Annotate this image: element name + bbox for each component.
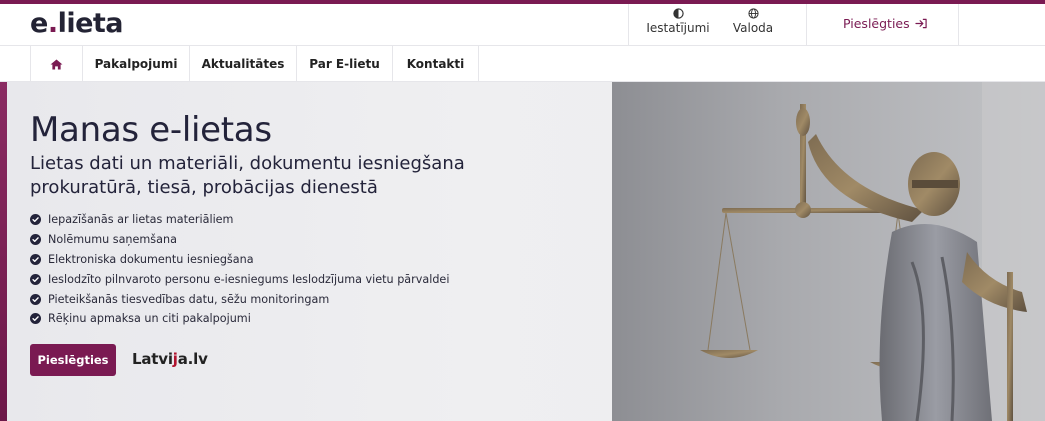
- feature-text: Iepazīšanās ar lietas materiāliem: [48, 213, 234, 227]
- header-divider: [628, 4, 629, 46]
- feature-item: Iepazīšanās ar lietas materiāliem: [30, 210, 449, 230]
- check-circle-icon: [30, 253, 41, 265]
- nav-item-kontakti[interactable]: Kontakti: [393, 46, 479, 82]
- logo-text-lieta: lieta: [57, 8, 124, 39]
- feature-text: Pieteikšanās tiesvedības datu, sēžu moni…: [48, 292, 330, 306]
- login-arrow-icon: [915, 18, 927, 29]
- latvija-lv-logo[interactable]: Latvija.lv: [132, 350, 208, 368]
- settings-label: Iestatījumi: [646, 21, 710, 35]
- feature-list: Iepazīšanās ar lietas materiāliem Nolēmu…: [30, 210, 449, 329]
- globe-icon: [747, 8, 759, 19]
- nav-label: Pakalpojumi: [94, 57, 178, 71]
- hero-login-button[interactable]: Pieslēgties: [30, 344, 116, 376]
- nav-item-par-e-lietu[interactable]: Par E-lietu: [297, 46, 393, 82]
- feature-item: Rēķinu apmaksa un citi pakalpojumi: [30, 309, 449, 329]
- nav-label: Kontakti: [406, 57, 465, 71]
- settings-button[interactable]: Iestatījumi: [642, 8, 714, 35]
- check-circle-icon: [30, 273, 41, 285]
- header-login-label: Pieslēgties: [843, 16, 910, 31]
- nav-label: Aktualitātes: [201, 57, 285, 71]
- feature-item: Nolēmumu saņemšana: [30, 230, 449, 250]
- language-label: Valoda: [732, 21, 774, 35]
- contrast-icon: [672, 8, 684, 19]
- feature-item: Pieteikšanās tiesvedības datu, sēžu moni…: [30, 289, 449, 309]
- hero-subtitle-line-2: prokuratūrā, tiesā, probācijas dienestā: [30, 177, 378, 198]
- check-circle-icon: [30, 234, 41, 246]
- feature-text: Ieslodzīto pilnvaroto personu e-iesniegu…: [48, 272, 450, 286]
- latvija-logo-text: Latvi: [132, 350, 173, 368]
- header-divider: [958, 4, 959, 46]
- hero-subtitle: Lietas dati un materiāli, dokumentu iesn…: [30, 152, 550, 200]
- hero-subtitle-line-1: Lietas dati un materiāli, dokumentu iesn…: [30, 153, 465, 174]
- check-circle-icon: [30, 313, 41, 325]
- feature-text: Elektroniska dokumentu iesniegšana: [48, 252, 254, 266]
- feature-text: Nolēmumu saņemšana: [48, 233, 177, 247]
- check-circle-icon: [30, 293, 41, 305]
- nav-item-pakalpojumi[interactable]: Pakalpojumi: [83, 46, 190, 82]
- nav-home[interactable]: [31, 46, 83, 82]
- home-icon: [50, 58, 63, 70]
- logo-dot: .: [47, 8, 58, 39]
- hero-accent-bar: [0, 82, 7, 421]
- logo-text-e: e: [30, 8, 48, 39]
- feature-item: Elektroniska dokumentu iesniegšana: [30, 250, 449, 270]
- check-circle-icon: [30, 214, 41, 226]
- lady-justice-image: [612, 82, 1045, 421]
- nav-label: Par E-lietu: [309, 57, 380, 71]
- feature-item: Ieslodzīto pilnvaroto personu e-iesniegu…: [30, 269, 449, 289]
- site-logo[interactable]: e.lieta: [30, 8, 124, 39]
- header-divider: [806, 4, 807, 46]
- hero-section: Manas e-lietas Lietas dati un materiāli,…: [0, 82, 1045, 421]
- nav-item-aktualitates[interactable]: Aktualitātes: [190, 46, 297, 82]
- main-nav: Pakalpojumi Aktualitātes Par E-lietu Kon…: [0, 46, 1045, 82]
- latvija-logo-text: a.lv: [177, 350, 208, 368]
- header: e.lieta Iestatījumi Valoda Pieslēgties: [0, 4, 1045, 46]
- language-button[interactable]: Valoda: [729, 8, 777, 35]
- lady-justice-illustration: [612, 82, 1045, 421]
- hero-title: Manas e-lietas: [30, 110, 272, 150]
- header-login-link[interactable]: Pieslēgties: [843, 16, 928, 31]
- feature-text: Rēķinu apmaksa un citi pakalpojumi: [48, 312, 251, 326]
